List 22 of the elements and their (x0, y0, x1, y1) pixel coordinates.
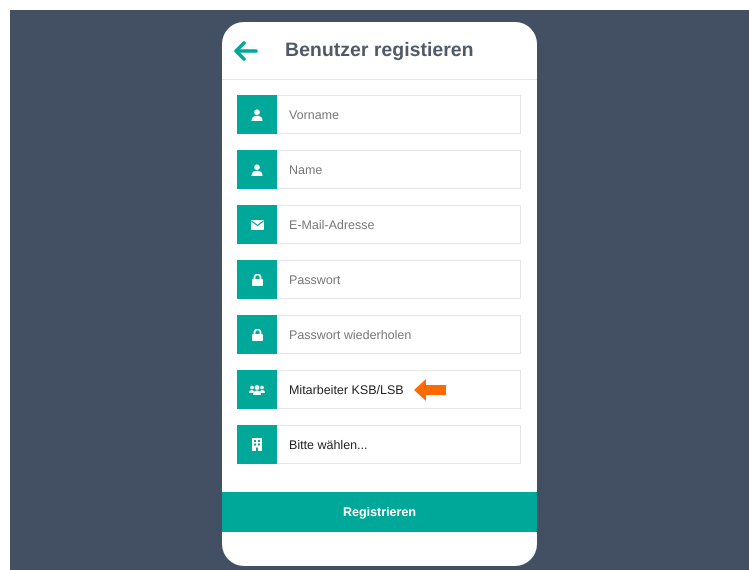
placeholder: Passwort wiederholen (289, 328, 412, 342)
register-button[interactable]: Registrieren (222, 492, 537, 532)
page-title: Benutzer registieren (285, 39, 474, 62)
input-field[interactable]: Vorname (277, 95, 521, 134)
select-field[interactable]: Mitarbeiter KSB/LSB (277, 370, 521, 409)
select-field[interactable]: Bitte wählen... (277, 425, 521, 464)
user-icon (251, 164, 263, 176)
input-field[interactable]: Name (277, 150, 521, 189)
lock-icon (252, 328, 262, 340)
input-field[interactable]: E-Mail-Adresse (277, 205, 521, 244)
placeholder: E-Mail-Adresse (289, 218, 374, 232)
users-icon (249, 384, 265, 394)
placeholder: Name (289, 162, 322, 176)
back-arrow-icon[interactable] (233, 40, 258, 60)
envelope-icon (250, 220, 264, 230)
input-field[interactable]: Passwort (277, 260, 521, 299)
building-icon (252, 438, 262, 451)
placeholder: Passwort (289, 272, 340, 286)
input-field[interactable]: Passwort wiederholen (277, 315, 521, 354)
user-icon (251, 108, 263, 120)
lock-icon (252, 274, 262, 286)
placeholder: Vorname (289, 108, 340, 122)
